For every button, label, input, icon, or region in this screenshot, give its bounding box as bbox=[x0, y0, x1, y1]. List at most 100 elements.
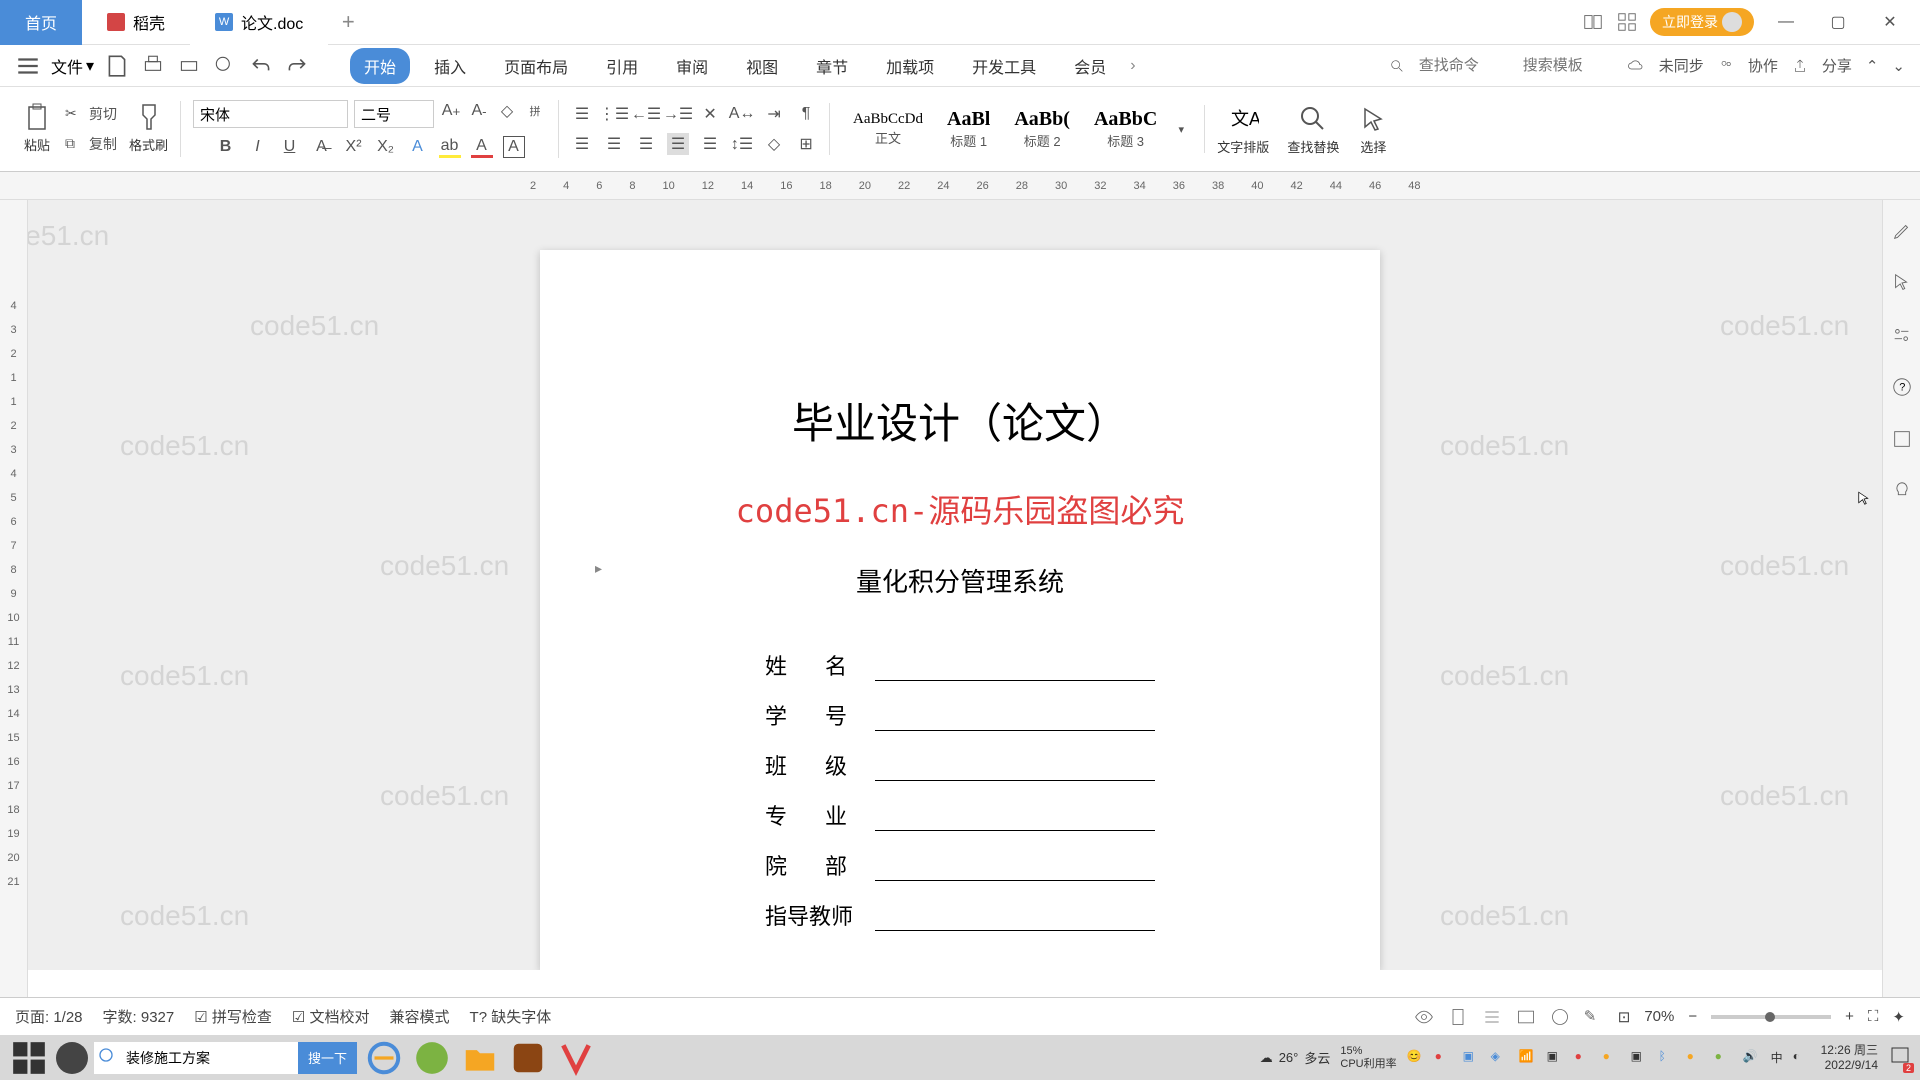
style-heading1[interactable]: AaBl标题 1 bbox=[936, 105, 1001, 153]
align-left-button[interactable]: ☰ bbox=[571, 133, 593, 155]
tray-icon-11[interactable]: ◐ bbox=[1793, 1049, 1811, 1067]
zoom-slider[interactable] bbox=[1711, 1015, 1831, 1019]
tray-icon-8[interactable]: ▣ bbox=[1631, 1049, 1649, 1067]
redo-icon[interactable] bbox=[284, 53, 310, 79]
font-size-select[interactable] bbox=[354, 100, 434, 128]
missing-font-button[interactable]: T? 缺失字体 bbox=[470, 1006, 552, 1027]
help-icon[interactable]: ? bbox=[1891, 376, 1913, 398]
shading-button[interactable]: ◇ bbox=[763, 133, 785, 155]
tray-icon-9[interactable]: ● bbox=[1687, 1049, 1705, 1067]
spellcheck-toggle[interactable]: ☑ 拼写检查 bbox=[194, 1006, 272, 1027]
close-button[interactable]: ✕ bbox=[1870, 7, 1910, 37]
tab-button[interactable]: ⇥ bbox=[763, 103, 785, 125]
cpu-widget[interactable]: 15% CPU利用率 bbox=[1340, 1045, 1396, 1069]
print-icon[interactable] bbox=[140, 53, 166, 79]
weather-widget[interactable]: ☁ 26° 多云 bbox=[1260, 1048, 1331, 1067]
paste-button[interactable]: 粘贴 bbox=[21, 101, 53, 157]
settings-icon[interactable] bbox=[1891, 324, 1913, 346]
dropdown-icon[interactable]: ⊡ bbox=[1618, 1008, 1631, 1026]
menu-chapter[interactable]: 章节 bbox=[802, 48, 862, 84]
proofread-button[interactable]: ☑ 文档校对 bbox=[292, 1006, 370, 1027]
ie-app-icon[interactable] bbox=[363, 1039, 405, 1077]
tray-icon-1[interactable]: 😊 bbox=[1407, 1049, 1425, 1067]
show-marks-button[interactable]: ¶ bbox=[795, 103, 817, 125]
font-name-select[interactable] bbox=[193, 100, 348, 128]
tray-icon-10[interactable]: ● bbox=[1715, 1049, 1733, 1067]
taskbar-search[interactable]: 搜一下 bbox=[94, 1042, 357, 1074]
tab-dock[interactable]: 稻壳 bbox=[82, 0, 190, 45]
menu-review[interactable]: 审阅 bbox=[662, 48, 722, 84]
collapse-down-icon[interactable]: ⌄ bbox=[1892, 57, 1905, 75]
cloud-icon[interactable] bbox=[1627, 57, 1645, 75]
zoom-in-button[interactable]: + bbox=[1845, 1008, 1854, 1025]
tray-bluetooth-icon[interactable]: ᛒ bbox=[1659, 1049, 1677, 1067]
start-button[interactable] bbox=[8, 1039, 50, 1077]
zoom-out-button[interactable]: − bbox=[1688, 1008, 1697, 1025]
sort-button[interactable]: ✕ bbox=[699, 103, 721, 125]
highlight-button[interactable]: ab bbox=[439, 136, 461, 158]
vertical-ruler[interactable]: 4321123456789101112131415161718192021 bbox=[0, 200, 28, 1035]
translate-icon[interactable] bbox=[1891, 428, 1913, 450]
char-border-button[interactable]: A bbox=[503, 136, 525, 158]
menu-addons[interactable]: 加载项 bbox=[872, 48, 948, 84]
web-view-icon[interactable] bbox=[1516, 1007, 1536, 1027]
strikethrough-button[interactable]: A̶ bbox=[311, 136, 333, 158]
decrease-indent-button[interactable]: ←☰ bbox=[635, 103, 657, 125]
phonetic-icon[interactable]: 拼 bbox=[524, 100, 546, 122]
document-area[interactable]: code51.cn code51.cn code51.cn code51.cn … bbox=[0, 200, 1920, 970]
select-button[interactable]: 选择 bbox=[1357, 103, 1389, 156]
style-normal[interactable]: AaBbCcDd正文 bbox=[842, 108, 934, 150]
horizontal-ruler[interactable]: 2468101214161820222426283032343638404244… bbox=[0, 172, 1920, 200]
style-heading2[interactable]: AaBb(标题 2 bbox=[1003, 105, 1081, 153]
tray-icon-3[interactable]: ▣ bbox=[1463, 1049, 1481, 1067]
tray-icon-2[interactable]: ● bbox=[1435, 1049, 1453, 1067]
unsync-label[interactable]: 未同步 bbox=[1659, 55, 1704, 76]
zoom-thumb[interactable] bbox=[1765, 1012, 1775, 1022]
pen-icon[interactable] bbox=[1891, 220, 1913, 242]
fullscreen-icon[interactable]: ⛶ bbox=[1868, 1008, 1879, 1025]
find-replace-button[interactable]: 查找替换 bbox=[1287, 103, 1339, 156]
subscript-button[interactable]: X₂ bbox=[375, 136, 397, 158]
eye-icon[interactable] bbox=[1414, 1007, 1434, 1027]
collapse-up-icon[interactable]: ⌃ bbox=[1866, 57, 1879, 75]
share-label[interactable]: 分享 bbox=[1822, 55, 1852, 76]
grid-icon[interactable] bbox=[1616, 11, 1638, 33]
menu-devtools[interactable]: 开发工具 bbox=[958, 48, 1050, 84]
underline-button[interactable]: U bbox=[279, 136, 301, 158]
italic-button[interactable]: I bbox=[247, 136, 269, 158]
reading-mode-icon[interactable] bbox=[1582, 11, 1604, 33]
menu-page-layout[interactable]: 页面布局 bbox=[490, 48, 582, 84]
menu-member[interactable]: 会员 bbox=[1060, 48, 1120, 84]
bold-button[interactable]: B bbox=[215, 136, 237, 158]
search-template-input[interactable] bbox=[1523, 57, 1613, 74]
tray-shield-icon[interactable]: ◈ bbox=[1491, 1049, 1509, 1067]
align-center-button[interactable]: ☰ bbox=[603, 133, 625, 155]
text-effect-button[interactable]: A bbox=[407, 136, 429, 158]
borders-button[interactable]: ⊞ bbox=[795, 133, 817, 155]
undo-icon[interactable] bbox=[248, 53, 274, 79]
zoom-level[interactable]: 70% bbox=[1644, 1008, 1674, 1025]
fit-icon[interactable]: ✦ bbox=[1892, 1008, 1905, 1026]
page-view-icon[interactable] bbox=[1448, 1007, 1468, 1027]
notification-center-icon[interactable]: 2 bbox=[1888, 1044, 1912, 1071]
search-command-input[interactable] bbox=[1419, 57, 1509, 74]
menu-view[interactable]: 视图 bbox=[732, 48, 792, 84]
word-count[interactable]: 字数: 9327 bbox=[103, 1006, 175, 1027]
tab-home[interactable]: 首页 bbox=[0, 0, 82, 45]
globe-icon[interactable] bbox=[1550, 1007, 1570, 1027]
lightbulb-icon[interactable] bbox=[1891, 480, 1913, 502]
superscript-button[interactable]: X² bbox=[343, 136, 365, 158]
ime-indicator[interactable]: 中 bbox=[1771, 1049, 1783, 1066]
explorer-app-icon[interactable] bbox=[459, 1039, 501, 1077]
tab-document[interactable]: W 论文.doc bbox=[190, 0, 328, 45]
cortana-icon[interactable] bbox=[56, 1042, 88, 1074]
browser-app-icon[interactable] bbox=[411, 1039, 453, 1077]
tab-add-button[interactable]: + bbox=[328, 0, 368, 45]
tray-icon-6[interactable]: ● bbox=[1575, 1049, 1593, 1067]
tray-icon-5[interactable]: ▣ bbox=[1547, 1049, 1565, 1067]
copy-button[interactable]: ⧉复制 bbox=[65, 131, 117, 157]
chevron-right-icon[interactable]: › bbox=[1130, 57, 1135, 75]
menu-insert[interactable]: 插入 bbox=[420, 48, 480, 84]
menu-reference[interactable]: 引用 bbox=[592, 48, 652, 84]
file-menu[interactable]: 文件 ▾ bbox=[51, 54, 94, 78]
